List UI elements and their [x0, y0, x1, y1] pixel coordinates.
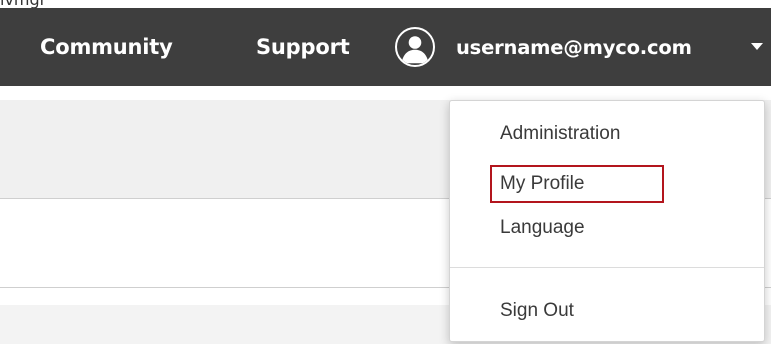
user-dropdown-menu: Administration My Profile Language Sign …	[449, 100, 765, 342]
nav-link-support[interactable]: Support	[256, 8, 350, 86]
nav-link-community[interactable]: Community	[40, 8, 173, 86]
menu-divider	[450, 267, 764, 268]
menu-item-my-profile[interactable]: My Profile	[500, 172, 584, 196]
cut-off-text-fragment: ivmgr	[0, 0, 771, 8]
user-avatar-icon	[395, 27, 435, 67]
menu-item-administration[interactable]: Administration	[500, 122, 620, 146]
top-navbar: Community Support username@myco.com	[0, 8, 771, 86]
caret-down-icon[interactable]	[751, 43, 763, 50]
username-label: username@myco.com	[456, 35, 692, 59]
menu-item-sign-out[interactable]: Sign Out	[500, 299, 574, 323]
menu-item-language[interactable]: Language	[500, 216, 585, 240]
user-menu-toggle[interactable]: username@myco.com	[395, 8, 763, 86]
